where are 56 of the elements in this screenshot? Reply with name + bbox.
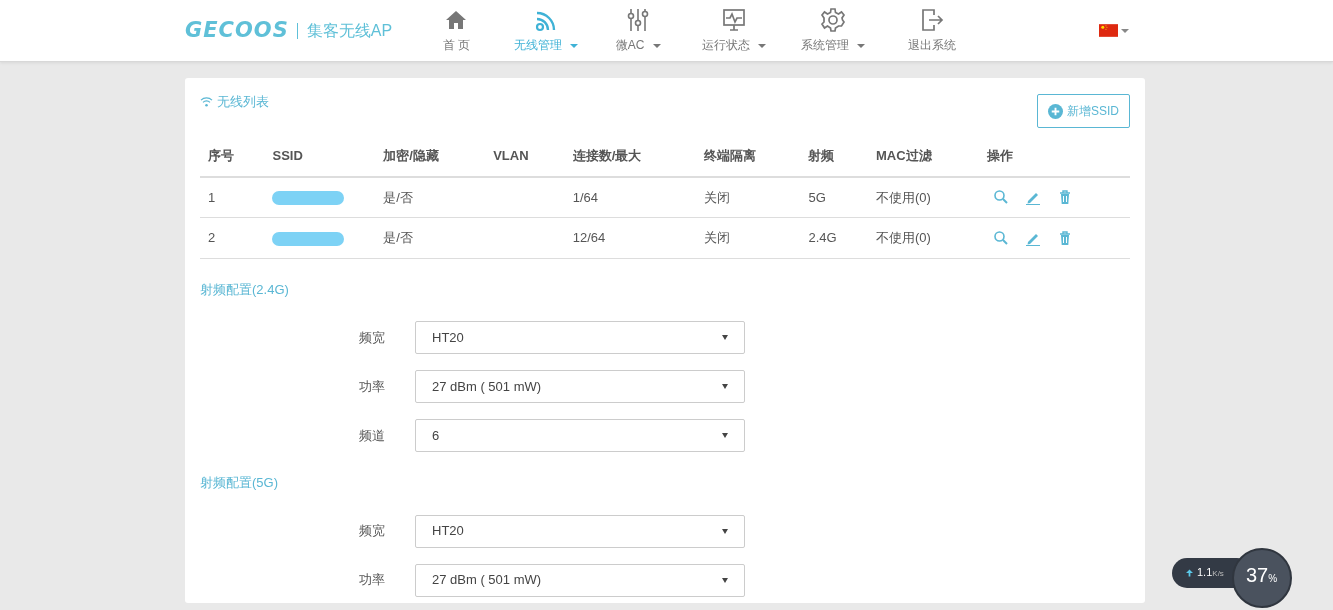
table-cell: 2	[200, 217, 265, 258]
caret-icon	[1121, 28, 1129, 33]
field-label: 频宽	[358, 522, 386, 541]
select-field[interactable]: 6	[415, 419, 745, 452]
search-icon[interactable]	[992, 229, 1009, 246]
table-cell: 关闭	[695, 176, 801, 218]
column-header: 连接数/最大	[564, 136, 696, 177]
column-header: 加密/隐藏	[375, 136, 486, 177]
section-title: 无线列表	[217, 93, 269, 111]
table-cell: 不使用(0)	[868, 217, 979, 258]
column-header: 射频	[800, 136, 868, 177]
section-title: 射频配置(5G)	[200, 474, 279, 492]
column-header: SSID	[264, 136, 376, 177]
column-header: 序号	[200, 136, 265, 177]
table-cell: 1/64	[564, 176, 696, 218]
upload-icon	[1186, 569, 1193, 578]
table-cell: 是/否	[375, 176, 486, 218]
nav-item[interactable]: 退出系统	[882, 3, 983, 58]
load-unit: %	[1268, 573, 1278, 584]
column-header: 终端隔离	[695, 136, 801, 177]
speed-value: 1.1	[1197, 566, 1213, 578]
logout-icon	[919, 7, 946, 33]
column-header: 操作	[978, 136, 1130, 177]
column-header: VLAN	[485, 136, 565, 177]
load-value: 37	[1246, 564, 1269, 586]
nav-item[interactable]: 无线管理	[500, 3, 593, 58]
nav-item[interactable]: 运行状态	[684, 3, 785, 58]
field-label: 频宽	[358, 328, 386, 347]
table-cell: 是/否	[375, 217, 486, 258]
field-label: 频道	[358, 426, 386, 445]
table-cell: 12/64	[564, 217, 696, 258]
settings-icon	[820, 7, 847, 33]
select-field[interactable]: 27 dBm ( 501 mW)	[415, 563, 745, 597]
speed-unit: K/s	[1212, 569, 1224, 578]
table-cell: 5G	[800, 176, 868, 218]
product-name: 集客无线AP	[296, 22, 393, 39]
field-label: 功率	[358, 377, 386, 396]
flag-icon[interactable]	[1099, 24, 1118, 37]
monitor-icon	[721, 7, 748, 33]
nav-item[interactable]: 首 页	[412, 3, 501, 58]
table-cell: 1	[200, 176, 265, 218]
nav-item[interactable]: 系统管理	[784, 3, 883, 58]
nav-item[interactable]: 微AC	[592, 3, 685, 58]
wifi-icon	[200, 96, 213, 108]
column-header: MAC过滤	[868, 136, 979, 177]
select-field[interactable]: 27 dBm ( 501 mW)	[415, 370, 745, 403]
table-cell: 关闭	[695, 217, 801, 258]
table-cell: 不使用(0)	[868, 176, 979, 218]
logo: GECOOS	[185, 16, 289, 44]
table-cell: 2.4G	[800, 217, 868, 258]
plus-icon	[1048, 103, 1063, 119]
search-icon[interactable]	[992, 189, 1009, 206]
field-label: 功率	[358, 571, 386, 590]
select-field[interactable]: HT20	[415, 321, 745, 354]
section-title: 射频配置(2.4G)	[200, 280, 290, 299]
select-field[interactable]: HT20	[415, 514, 745, 548]
